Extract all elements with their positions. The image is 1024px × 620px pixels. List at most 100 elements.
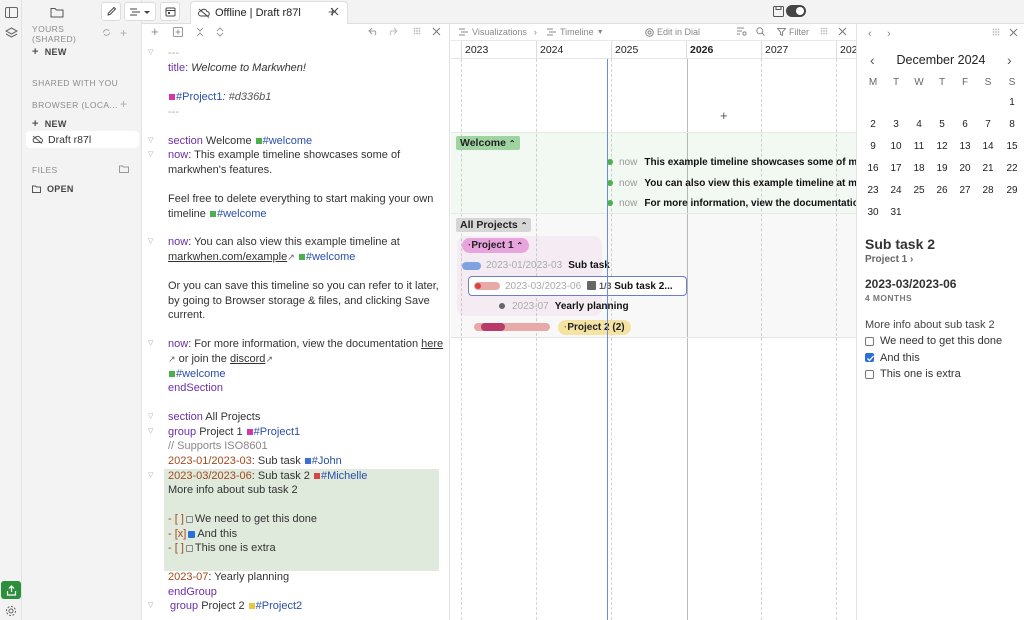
detail-breadcrumb[interactable]: Project 1 › [865,254,913,265]
timeline-event[interactable]: now You can also view this example timeli… [607,177,856,191]
code-link[interactable]: here [421,338,443,350]
fold-chevron-icon[interactable]: ▽ [148,237,153,245]
code-line[interactable]: endGroup [168,585,217,599]
code-line[interactable]: - [ ] We need to get this done [168,512,317,526]
group-project2-badge[interactable]: ·Project 2 (2) [558,320,631,335]
code-line[interactable]: current. [168,308,205,322]
timeline-event-yearly[interactable]: 2023-07 Yearly planning [512,300,629,314]
fold-chevron-icon[interactable]: ▽ [148,412,153,420]
calendar-day[interactable]: 17 [886,163,906,174]
code-line[interactable]: 2023-01/2023-03: Sub task #John [168,454,342,468]
calendar-day[interactable]: 5 [932,119,952,130]
calendar-day[interactable]: 27 [955,185,975,196]
code-line[interactable]: section All Projects [168,410,260,424]
calendar-day[interactable]: 25 [909,185,929,196]
code-line[interactable]: More info about sub task 2 [168,483,298,497]
calendar-day[interactable]: 21 [978,163,998,174]
timeline-event-subtask[interactable]: 2023-01/2023-03 Sub task [486,259,610,273]
expand-icon[interactable] [216,27,224,37]
checklist-item[interactable]: And this [865,352,920,364]
checkbox-checked[interactable] [865,353,874,362]
code-line[interactable]: ↗ or join the discord↗ [168,352,273,366]
checkbox-unchecked[interactable] [185,545,193,552]
drag-handle-icon[interactable] [992,28,1000,36]
calendar-day[interactable]: 2 [863,119,883,130]
calendar-day[interactable]: 31 [886,207,906,218]
checklist-item[interactable]: We need to get this done [865,335,1002,347]
drag-handle-icon[interactable] [413,27,421,35]
layers-icon[interactable] [0,22,22,44]
fold-chevron-icon[interactable]: ▽ [148,601,153,609]
calendar-day[interactable]: 24 [886,185,906,196]
calendar-day[interactable]: 3 [886,119,906,130]
code-line[interactable]: now: For more information, view the docu… [168,337,443,351]
timeline-event[interactable]: now For more information, view the docume… [607,197,856,211]
sidebar-item-draft[interactable]: Draft r87l [26,131,139,148]
fold-chevron-icon[interactable]: ▽ [148,471,153,479]
code-line[interactable]: markwhen's features. [168,163,272,177]
code-line[interactable]: 2023-07: Yearly planning [168,570,289,584]
new-folder-icon[interactable] [119,165,129,173]
calendar-day[interactable]: 4 [909,119,929,130]
subtask-bar[interactable] [462,262,481,270]
new-shared-button[interactable]: + NEW [22,45,142,59]
calendar-day[interactable]: 20 [955,163,975,174]
calendar-day[interactable]: 19 [932,163,952,174]
section-welcome-badge[interactable]: Welcome ⌃ [456,136,520,150]
code-line[interactable]: now: You can also view this example time… [168,235,400,249]
code-line[interactable]: --- [168,105,179,119]
code-link[interactable]: discord [230,353,265,365]
calendar-day[interactable]: 8 [1002,119,1022,130]
calendar-button[interactable] [160,2,180,21]
group-project1-badge[interactable]: ·Project 1 ⌃ [462,238,530,253]
checkbox-checked[interactable] [188,531,196,538]
close-editor-icon[interactable] [432,27,441,36]
filter-button[interactable]: Filter [777,27,809,37]
code-line[interactable]: - [ ] This one is extra [168,541,276,555]
calendar-day[interactable]: 11 [909,141,929,152]
code-line[interactable]: group Project 2 #Project2 [170,599,302,613]
new-tab-icon[interactable]: + [328,4,337,21]
add-shared-icon[interactable]: + [120,26,127,40]
calendar-day[interactable]: 18 [909,163,929,174]
next-month-icon[interactable]: › [1007,52,1012,68]
new-local-button[interactable]: + NEW [22,117,142,131]
code-line[interactable]: 2023-03/2023-06: Sub task 2 #Michelle [168,469,367,483]
calendar-day[interactable]: 16 [863,163,883,174]
visualizations-breadcrumb[interactable]: Visualizations › [459,27,537,37]
code-link[interactable]: markwhen.com/example [168,251,287,263]
code-line[interactable]: timeline #welcome [168,207,267,221]
calendar-day[interactable]: 26 [932,185,952,196]
checkbox-unchecked[interactable] [865,369,874,379]
calendar-day[interactable]: 7 [978,119,998,130]
redo-icon[interactable] [387,27,398,36]
forward-arrow-icon[interactable]: › [887,28,891,40]
tab-draft[interactable]: Offline | Draft r87l [190,1,348,24]
collapse-icon[interactable] [196,27,204,37]
timeline-event[interactable]: now This example timeline showcases some … [607,156,856,170]
code-line[interactable]: by going to Browser storage & files, and… [168,294,430,308]
code-line[interactable]: now: This example timeline showcases som… [168,148,400,162]
fold-chevron-icon[interactable]: ▽ [148,339,153,347]
calendar-day[interactable]: 22 [1002,163,1022,174]
code-line[interactable]: title: Welcome to Markwhen! [168,61,306,75]
code-line[interactable]: endSection [168,381,223,395]
sync-icon[interactable] [102,28,111,37]
save-disk-icon[interactable] [773,6,784,17]
edit-pencil-button[interactable] [101,2,121,21]
settings-gear-icon[interactable] [0,600,22,620]
share-icon[interactable] [1,581,21,599]
calendar-day[interactable]: 23 [863,185,883,196]
calendar-day[interactable]: 1 [1002,97,1022,108]
calendar-day[interactable]: 14 [978,141,998,152]
add-event-plus-icon[interactable]: + [720,108,728,123]
checklist-item[interactable]: This one is extra [865,368,961,380]
code-line[interactable]: #Project1: #d336b1 [168,90,271,104]
search-icon[interactable] [756,27,765,36]
folder-icon[interactable] [50,7,64,18]
section-all-projects-badge[interactable]: All Projects ⌃ [456,218,532,232]
code-line[interactable]: // Supports ISO8601 [168,439,268,453]
fold-chevron-icon[interactable]: ▽ [148,427,153,435]
code-line[interactable]: - [x] And this [168,527,237,541]
open-files-button[interactable]: OPEN [22,182,142,196]
